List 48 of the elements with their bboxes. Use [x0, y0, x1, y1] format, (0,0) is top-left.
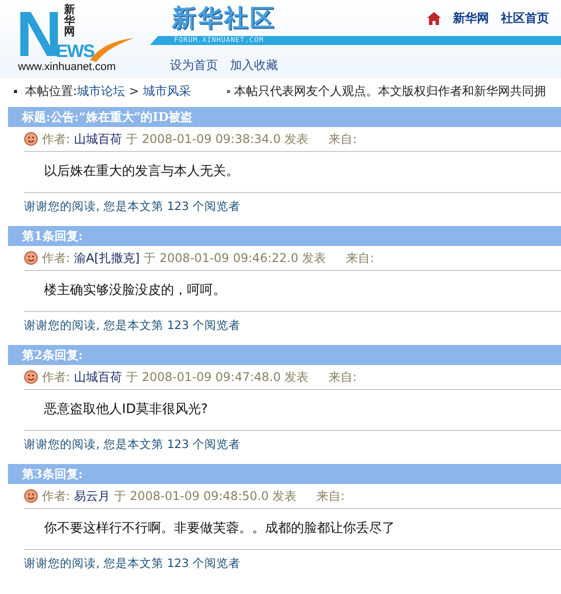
site-title: 新华社区 [172, 3, 276, 33]
author-label: 作者: [42, 488, 70, 504]
author-label: 作者: [42, 368, 70, 386]
smiley-icon [24, 251, 38, 265]
read-count-text: 谢谢您的阅读, 您是本文第 123 个阅览者 [23, 555, 242, 572]
from-label: 来自: [328, 368, 357, 386]
header-link[interactable]: 设为首页 [170, 57, 218, 74]
breadcrumb-separator: > [129, 84, 140, 98]
read-count-text: 谢谢您的阅读, 您是本文第 123 个阅览者 [23, 198, 242, 215]
smiley-icon [24, 132, 38, 146]
header-link[interactable]: 加入收藏 [230, 57, 278, 74]
author-link[interactable]: 渝A[扎撒克] [74, 250, 140, 266]
post-body: 你不要这样行不行啊。非要做芙蓉。。成都的脸都让你丢尽了 [24, 509, 561, 550]
nav-link[interactable]: 社区首页 [501, 10, 549, 26]
nav-link[interactable]: 新华网 [453, 10, 489, 26]
logo-url: www.xinhuanet.com [18, 61, 116, 74]
author-link[interactable]: 易云月 [74, 488, 110, 504]
breadcrumb-link[interactable]: 城市论坛 [77, 82, 126, 100]
notice-text: 本帖只代表网友个人观点。本文版权归作者和新华网共同拥 [234, 82, 546, 100]
bullet-icon [14, 90, 17, 92]
bullet-icon [227, 90, 230, 92]
smiley-icon [24, 370, 38, 384]
post-body: 恶意盗取他人ID莫非很风光? [24, 390, 561, 431]
smiley-icon [24, 489, 38, 503]
author-label: 作者: [42, 130, 70, 148]
post-heading: 标题:公告:“姝在重大”的ID被盗 [8, 107, 561, 127]
from-label: 来自: [346, 250, 374, 266]
author-link[interactable]: 山城百荷 [74, 130, 122, 148]
from-label: 来自: [328, 130, 357, 148]
post-body: 楼主确实够没脸没皮的，呵呵。 [24, 271, 561, 312]
author-label: 作者: [42, 250, 70, 266]
post-time: 于 2008-01-09 09:38:34.0 发表 [126, 130, 309, 148]
read-count-text: 谢谢您的阅读, 您是本文第 123 个阅览者 [23, 317, 242, 334]
from-label: 来自: [316, 488, 345, 504]
post-time: 于 2008-01-09 09:48:50.0 发表 [114, 488, 297, 504]
author-link[interactable]: 山城百荷 [74, 368, 122, 386]
location-label: 本帖位置 [25, 82, 73, 100]
separator: : [73, 84, 78, 98]
post-heading: 第1条回复: [8, 226, 561, 246]
breadcrumb-link[interactable]: 城市风采 [143, 82, 192, 100]
post-body: 以后姝在重大的发言与本人无关。 [24, 152, 561, 193]
logo-text: 新华网 [64, 4, 75, 37]
read-count-text: 谢谢您的阅读, 您是本文第 123 个阅览者 [23, 436, 242, 453]
home-icon [427, 12, 441, 24]
post-time: 于 2008-01-09 09:46:22.0 发表 [144, 250, 326, 266]
post-time: 于 2008-01-09 09:47:48.0 发表 [126, 368, 309, 386]
post-heading: 第2条回复: [8, 345, 561, 365]
post-heading: 第3条回复: [8, 464, 561, 484]
